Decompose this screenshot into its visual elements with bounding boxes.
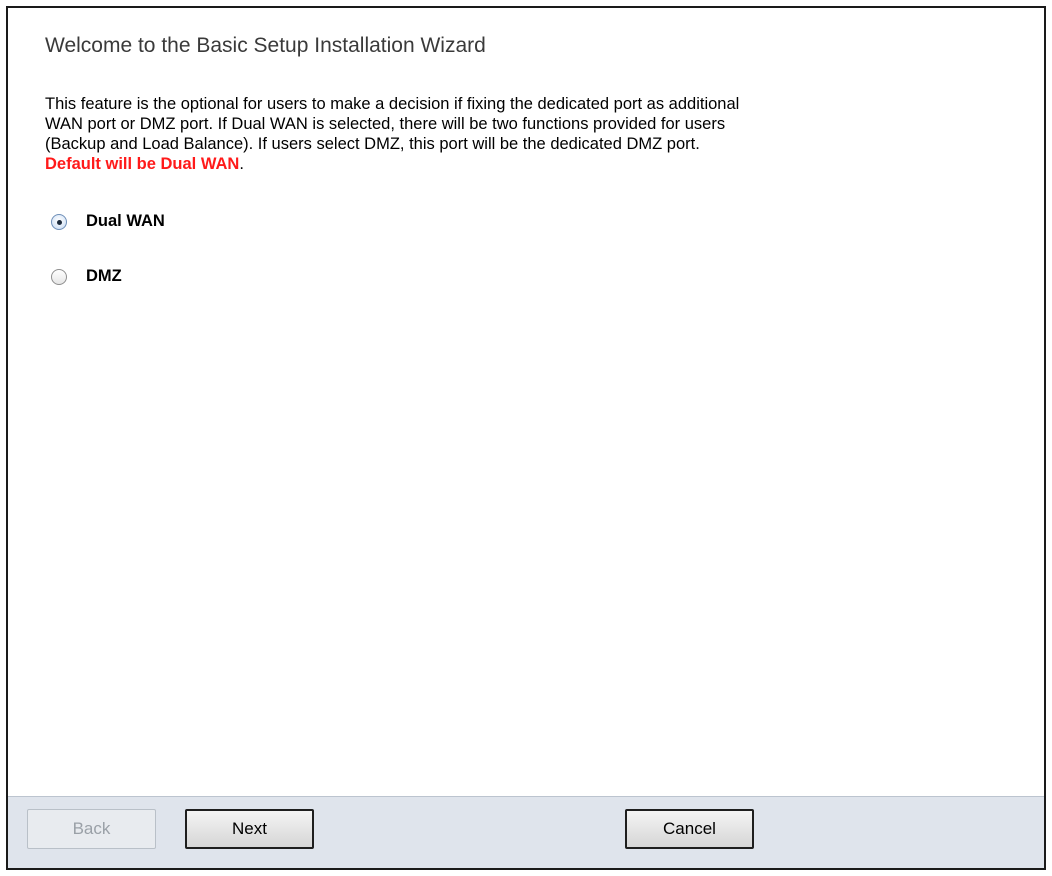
cancel-button[interactable]: Cancel	[625, 809, 754, 849]
back-button[interactable]: Back	[27, 809, 156, 849]
wizard-title: Welcome to the Basic Setup Installation …	[45, 34, 486, 57]
dual-wan-label[interactable]: Dual WAN	[86, 212, 165, 231]
dual-wan-radio-button[interactable]	[51, 213, 67, 230]
wizard-content: Welcome to the Basic Setup Installation …	[8, 8, 1044, 796]
wizard-description: This feature is the optional for users t…	[45, 94, 1005, 174]
wizard-window: Welcome to the Basic Setup Installation …	[6, 6, 1046, 870]
wizard-footer: Back Next Cancel	[8, 796, 1044, 868]
radio-selected-dot-icon	[57, 219, 62, 225]
dmz-label[interactable]: DMZ	[86, 267, 122, 286]
default-note-suffix: .	[239, 155, 244, 173]
radio-option-dmz[interactable]: DMZ	[51, 267, 122, 286]
description-line-3: (Backup and Load Balance). If users sele…	[45, 135, 700, 153]
next-button[interactable]: Next	[185, 809, 314, 849]
description-line-1: This feature is the optional for users t…	[45, 95, 740, 113]
radio-option-dual-wan[interactable]: Dual WAN	[51, 212, 165, 231]
default-note-line: Default will be Dual WAN.	[45, 154, 1005, 174]
default-note: Default will be Dual WAN	[45, 155, 240, 173]
description-line-2: WAN port or DMZ port. If Dual WAN is sel…	[45, 115, 726, 133]
dmz-radio-button[interactable]	[51, 268, 67, 285]
